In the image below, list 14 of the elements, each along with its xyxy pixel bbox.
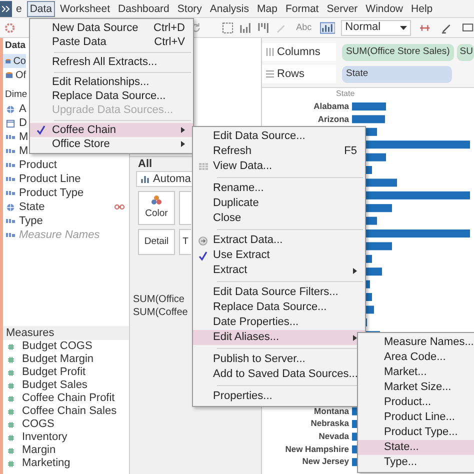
row-label: New Hampshire bbox=[285, 442, 349, 456]
pane-title: Data bbox=[4, 39, 26, 53]
row-label: Nevada bbox=[318, 430, 349, 443]
shelf-label: Columns bbox=[262, 43, 336, 61]
row-label: Arizona bbox=[318, 112, 349, 126]
row-label: New Jersey bbox=[302, 455, 349, 468]
row-label: Alabama bbox=[314, 100, 349, 113]
section-header: Measures bbox=[3, 326, 129, 340]
axis-header: State bbox=[336, 88, 355, 100]
row-label: Montana bbox=[314, 404, 349, 418]
row-label: Nebraska bbox=[310, 417, 349, 430]
marks-title: All bbox=[138, 157, 152, 171]
section-header: Dime bbox=[4, 88, 28, 102]
shelf-label: Rows bbox=[262, 65, 336, 83]
